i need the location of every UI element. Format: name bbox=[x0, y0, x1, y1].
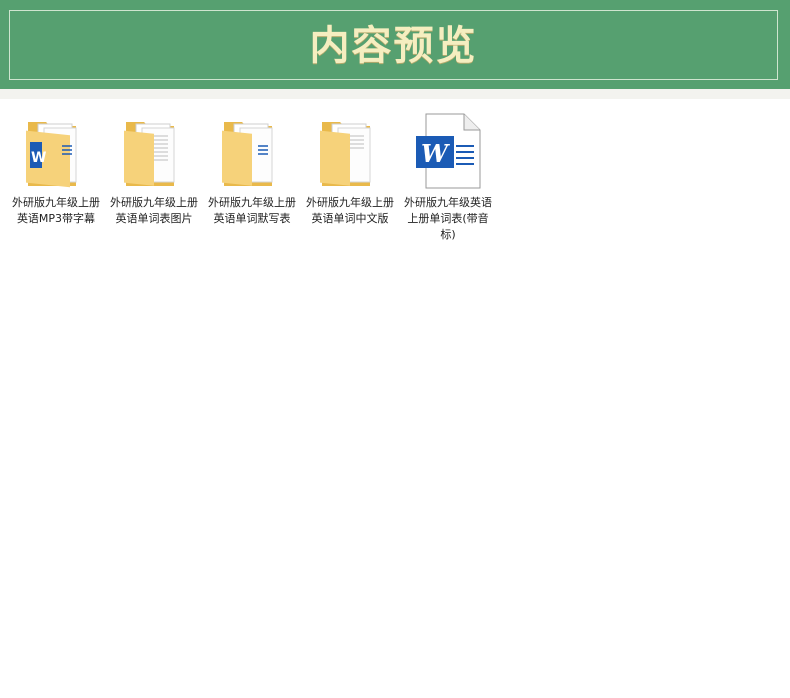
folder-icon bbox=[320, 122, 371, 186]
file-label: 外研版九年级上册英语单词中文版 bbox=[306, 196, 394, 225]
file-label: 外研版九年级上册英语单词表图片 bbox=[110, 196, 198, 225]
file-item-word-document[interactable]: W 外研版九年级英语上册单词表(带音标) bbox=[402, 108, 494, 248]
file-item-dictation-folder[interactable]: 外研版九年级上册英语单词默写表 bbox=[206, 108, 298, 248]
file-item-mp3-folder[interactable]: W 外研版九年级上册英语MP3带字幕 bbox=[10, 108, 102, 248]
preview-header: 内容预览 bbox=[0, 0, 790, 89]
file-label: 外研版九年级英语上册单词表(带音标) bbox=[404, 196, 492, 241]
header-divider bbox=[0, 89, 790, 99]
folder-icon bbox=[222, 122, 273, 186]
file-label: 外研版九年级上册英语单词默写表 bbox=[208, 196, 296, 225]
svg-text:W: W bbox=[31, 150, 46, 166]
file-grid: W 外研版九年级上册英语MP3带字幕 外研版九年级上册英语单词表图片 外研版九年… bbox=[10, 108, 790, 258]
file-item-image-folder[interactable]: 外研版九年级上册英语单词表图片 bbox=[108, 108, 200, 248]
file-item-chinese-folder[interactable]: 外研版九年级上册英语单词中文版 bbox=[304, 108, 396, 248]
svg-text:W: W bbox=[421, 139, 450, 168]
page-title: 内容预览 bbox=[309, 22, 478, 69]
folder-icon bbox=[124, 122, 175, 186]
folder-icon: W bbox=[26, 122, 77, 188]
header-frame: 内容预览 bbox=[9, 10, 778, 80]
file-label: 外研版九年级上册英语MP3带字幕 bbox=[12, 196, 100, 225]
word-document-icon: W bbox=[416, 113, 481, 189]
